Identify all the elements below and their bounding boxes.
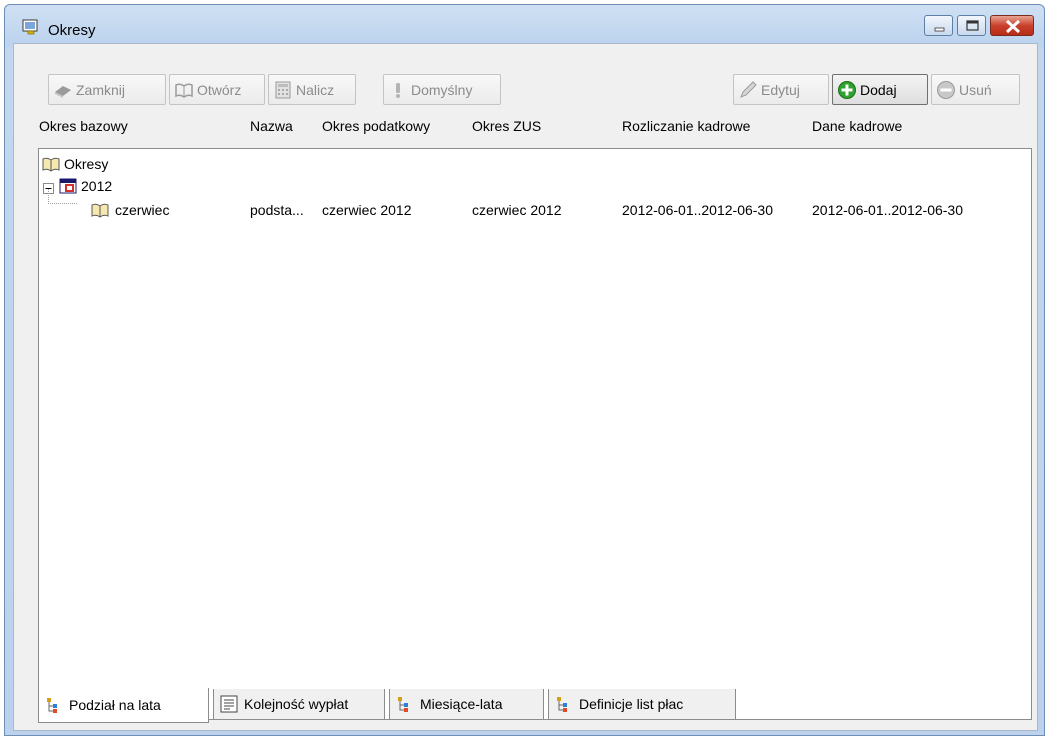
column-header-okres-bazowy[interactable]: Okres bazowy <box>39 118 128 134</box>
default-button[interactable]: Domyślny <box>383 74 501 105</box>
exclamation-icon <box>388 80 408 100</box>
table-row[interactable]: czerwiec podsta... czerwiec 2012 czerwie… <box>39 199 1031 221</box>
calculator-icon <box>273 80 293 100</box>
title-bar[interactable]: Okresy <box>5 5 1044 45</box>
tree-node-root[interactable]: Okresy <box>42 155 108 173</box>
tab-label: Kolejność wypłat <box>244 696 349 712</box>
okresy-window: Okresy Zamknij Otwórz Nalicz Domyślny Ed… <box>4 4 1045 736</box>
list-icon <box>220 695 238 713</box>
close-icon <box>1005 19 1021 34</box>
minimize-button[interactable] <box>924 15 953 36</box>
minimize-icon <box>934 27 945 32</box>
tree-icon <box>45 696 63 714</box>
cell-dane-kadrowe: 2012-06-01..2012-06-30 <box>812 202 964 218</box>
cell-rozliczanie-kadrowe: 2012-06-01..2012-06-30 <box>622 202 774 218</box>
tab-miesiace-lata[interactable]: Miesiące-lata <box>389 689 544 720</box>
maximize-button[interactable] <box>957 15 986 36</box>
column-header-dane-kadrowe[interactable]: Dane kadrowe <box>812 118 902 134</box>
cell-nazwa: podsta... <box>250 202 304 218</box>
delete-button[interactable]: Usuń <box>931 74 1020 105</box>
tab-label: Podział na lata <box>69 697 161 713</box>
tab-definicje-list-plac[interactable]: Definicje list płac <box>548 689 736 720</box>
tab-label: Definicje list płac <box>579 696 684 712</box>
app-icon <box>22 19 40 36</box>
tab-kolejnosc-wyplat[interactable]: Kolejność wypłat <box>213 689 385 720</box>
tree-icon <box>396 695 414 713</box>
book-icon <box>42 156 60 172</box>
calculate-button[interactable]: Nalicz <box>268 74 356 105</box>
column-header-rozliczanie-kadrowe[interactable]: Rozliczanie kadrowe <box>622 118 750 134</box>
window-title: Okresy <box>48 22 96 39</box>
pencil-icon <box>738 80 758 100</box>
tree-list[interactable]: Okresy 2012 czerwiec podsta... czerwiec … <box>38 148 1032 720</box>
column-header-okres-zus[interactable]: Okres ZUS <box>472 118 541 134</box>
add-icon <box>837 80 857 100</box>
default-label: Domyślny <box>411 81 473 98</box>
open-period-label: Otwórz <box>197 81 242 98</box>
add-button[interactable]: Dodaj <box>832 74 928 105</box>
tree-icon <box>555 695 573 713</box>
delete-label: Usuń <box>959 81 992 98</box>
remove-icon <box>936 80 956 100</box>
book-icon <box>91 202 109 218</box>
calculate-label: Nalicz <box>296 81 335 98</box>
window-client-area: Zamknij Otwórz Nalicz Domyślny Edytuj Do… <box>13 43 1038 731</box>
tab-label: Miesiące-lata <box>420 696 503 712</box>
cell-okres-bazowy: czerwiec <box>115 202 170 218</box>
close-book-icon <box>53 80 73 100</box>
edit-label: Edytuj <box>761 81 800 98</box>
edit-button[interactable]: Edytuj <box>733 74 829 105</box>
close-period-label: Zamknij <box>76 81 126 98</box>
maximize-icon <box>966 20 979 31</box>
column-header-okres-podatkowy[interactable]: Okres podatkowy <box>322 118 430 134</box>
add-label: Dodaj <box>860 81 897 98</box>
cell-okres-podatkowy: czerwiec 2012 <box>322 202 412 218</box>
close-button[interactable] <box>990 15 1034 36</box>
tab-podzial-na-lata[interactable]: Podział na lata <box>38 688 209 723</box>
cell-okres-zus: czerwiec 2012 <box>472 202 562 218</box>
tree-root-label: Okresy <box>64 156 109 172</box>
close-period-button[interactable]: Zamknij <box>48 74 166 105</box>
column-header-nazwa[interactable]: Nazwa <box>250 118 293 134</box>
open-period-button[interactable]: Otwórz <box>169 74 265 105</box>
open-book-icon <box>174 80 194 100</box>
